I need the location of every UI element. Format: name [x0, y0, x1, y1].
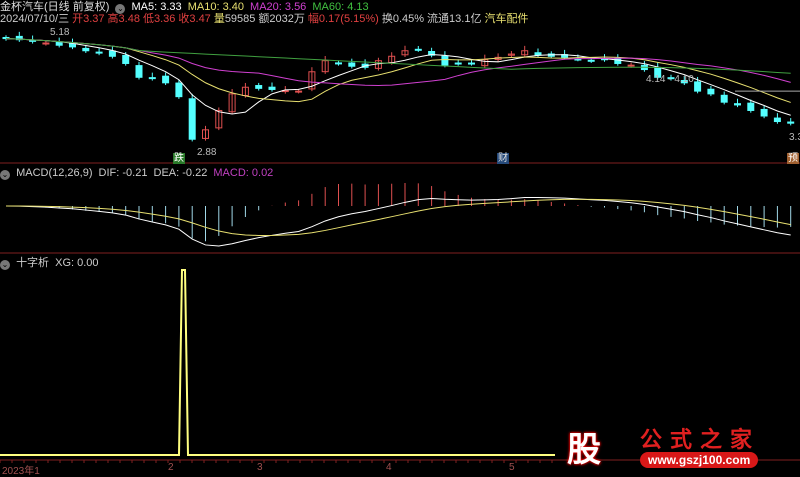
low-price-label: 2.88	[197, 147, 217, 158]
dea-value: DEA: -0.22	[153, 167, 208, 179]
dif-value: DIF: -0.21	[98, 167, 148, 179]
candle	[255, 85, 263, 89]
watermark-logo: 股 公式之家 www.gszj100.com	[555, 420, 785, 472]
candle	[82, 47, 90, 52]
xg-header: ⌄ 十字析 XG: 0.00	[0, 257, 102, 270]
macd-value: MACD: 0.02	[213, 167, 274, 179]
axis-label: 4	[386, 462, 392, 473]
candle	[587, 59, 595, 62]
site-url: www.gszj100.com	[640, 452, 759, 468]
chart-canvas[interactable]	[0, 0, 800, 475]
axis-label: 2	[168, 462, 174, 473]
xg-line	[0, 269, 555, 456]
candle	[468, 62, 475, 65]
candle	[454, 62, 462, 65]
xg-value: XG: 0.00	[55, 257, 99, 269]
last-price-label: 3.3	[789, 132, 800, 143]
xg-title[interactable]: 十字析	[16, 257, 49, 269]
candle	[747, 102, 755, 111]
candle	[627, 64, 635, 67]
candle	[162, 75, 170, 84]
candle	[414, 48, 422, 51]
chevron-down-icon[interactable]: ⌄	[0, 170, 10, 180]
ma10-line	[5, 38, 791, 103]
event-tag-die[interactable]: 跌	[173, 153, 185, 164]
high-price-label: 5.18	[50, 27, 70, 38]
candle	[787, 121, 795, 124]
candle	[734, 103, 741, 106]
candle	[335, 62, 342, 65]
axis-label: 5	[509, 462, 515, 473]
event-tag-yu[interactable]: 预	[787, 153, 799, 164]
candle	[95, 51, 103, 54]
event-tag-cai[interactable]: 财	[497, 153, 509, 164]
chevron-down-icon[interactable]: ⌄	[0, 260, 10, 270]
dea-line	[5, 198, 791, 236]
candle	[148, 77, 156, 80]
candle	[720, 94, 728, 103]
candle	[55, 41, 63, 46]
range-label: 4.14 - 4.10	[646, 74, 694, 85]
dif-line	[5, 196, 791, 247]
candle	[135, 65, 143, 78]
candle	[42, 42, 50, 45]
candle	[441, 55, 449, 66]
candle	[268, 86, 276, 90]
macd-title[interactable]: MACD(12,26,9)	[16, 167, 92, 179]
candle	[694, 81, 702, 92]
logo-glyph: 股	[567, 431, 601, 469]
candle	[122, 54, 130, 64]
candle	[108, 50, 116, 57]
candle	[175, 82, 183, 98]
axis-label: 3	[257, 462, 263, 473]
candle	[707, 88, 715, 95]
candle	[295, 90, 303, 93]
site-name: 公式之家	[640, 427, 761, 453]
candle	[188, 98, 196, 140]
candle	[773, 117, 781, 123]
candle	[760, 108, 768, 117]
macd-header: ⌄ MACD(12,26,9) DIF: -0.21 DEA: -0.22 MA…	[0, 167, 276, 180]
candle	[348, 62, 356, 67]
